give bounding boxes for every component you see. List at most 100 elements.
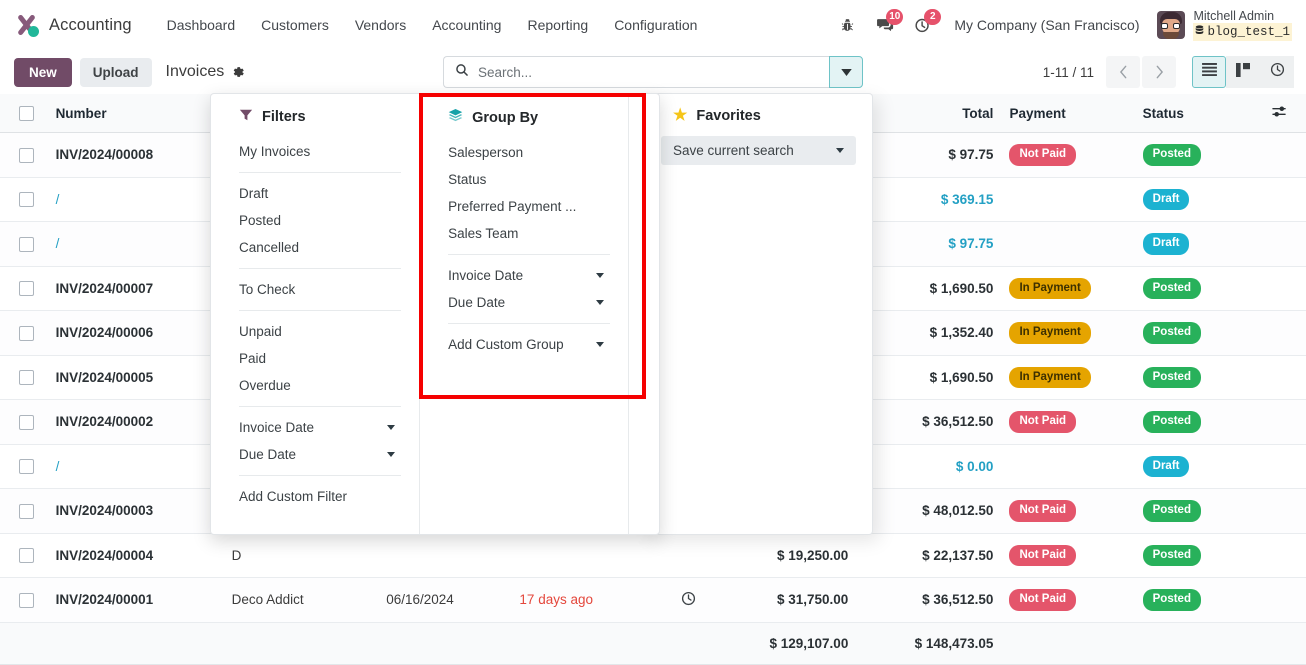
row-select-cell (0, 578, 48, 623)
row-checkbox[interactable] (19, 459, 34, 474)
row-checkbox[interactable] (19, 281, 34, 296)
menu-item-reporting[interactable]: Reporting (514, 11, 601, 39)
search-dropdown-toggle[interactable] (829, 56, 863, 88)
company-switcher[interactable]: My Company (San Francisco) (942, 17, 1151, 33)
row-checkbox[interactable] (19, 593, 34, 608)
cell-activity (664, 533, 714, 578)
groupby-salesperson[interactable]: Salesperson (420, 139, 628, 166)
cell-status: Posted (1135, 311, 1254, 356)
filter-due-date[interactable]: Due Date (211, 441, 419, 468)
row-checkbox[interactable] (19, 148, 34, 163)
user-name: Mitchell Admin (1193, 9, 1292, 23)
filter-my-invoices[interactable]: My Invoices (211, 138, 419, 165)
filter-overdue[interactable]: Overdue (211, 372, 419, 399)
messages-count-badge: 10 (886, 9, 903, 25)
status-badge: Draft (1143, 189, 1190, 211)
chevron-down-icon (596, 342, 604, 347)
upload-button[interactable]: Upload (80, 58, 152, 87)
filter-cancelled[interactable]: Cancelled (211, 234, 419, 261)
pager: 1-11 / 11 (1043, 56, 1294, 88)
favorites-panel: ★ Favorites Save current search (645, 93, 873, 535)
cell-activity[interactable] (664, 578, 714, 623)
bug-icon[interactable] (828, 6, 866, 44)
next-page-button[interactable] (1142, 56, 1176, 88)
payment-status-badge: Not Paid (1009, 500, 1076, 522)
activities-clock-icon[interactable]: 2 (904, 6, 942, 44)
cell-status: Posted (1135, 400, 1254, 445)
menu-item-vendors[interactable]: Vendors (342, 11, 419, 39)
cell-options (1254, 177, 1306, 222)
table-row[interactable]: INV/2024/00001Deco Addict06/16/202417 da… (0, 578, 1306, 623)
filter-paid[interactable]: Paid (211, 345, 419, 372)
menu-item-accounting[interactable]: Accounting (419, 11, 514, 39)
cell-total: $ 36,512.50 (856, 578, 1001, 623)
page-title: Invoices (166, 63, 225, 81)
filter-posted[interactable]: Posted (211, 207, 419, 234)
filter-unpaid[interactable]: Unpaid (211, 318, 419, 345)
gear-icon[interactable] (231, 65, 245, 79)
filters-panel: Filters My Invoices Draft Posted Cancell… (211, 94, 420, 534)
groupby-status[interactable]: Status (420, 166, 628, 193)
search-input[interactable] (478, 65, 818, 80)
kanban-view-button[interactable] (1226, 56, 1260, 88)
activities-count-badge: 2 (924, 9, 941, 25)
row-checkbox[interactable] (19, 192, 34, 207)
groupby-invoice-date[interactable]: Invoice Date (420, 262, 628, 289)
add-custom-group-button[interactable]: Add Custom Group (420, 331, 628, 358)
menu-item-customers[interactable]: Customers (248, 11, 342, 39)
search-input-wrapper[interactable] (443, 56, 829, 88)
column-header-payment[interactable]: Payment (1001, 94, 1134, 133)
new-button[interactable]: New (14, 58, 72, 87)
kanban-icon (1236, 63, 1250, 82)
status-badge: Posted (1143, 367, 1201, 389)
control-panel: New Upload Invoices 1-11 / 11 (0, 50, 1306, 94)
groupby-sales-team[interactable]: Sales Team (420, 220, 628, 247)
column-options-header[interactable] (1254, 94, 1306, 133)
column-header-total[interactable]: Total (856, 94, 1001, 133)
select-all-checkbox[interactable] (19, 106, 34, 121)
cell-due-date (511, 533, 663, 578)
filter-invoice-date[interactable]: Invoice Date (211, 414, 419, 441)
cell-total: $ 1,690.50 (856, 266, 1001, 311)
brand-home-link[interactable]: Accounting (14, 12, 132, 38)
status-badge: Posted (1143, 589, 1201, 611)
cell-number: INV/2024/00002 (48, 400, 224, 445)
cell-status: Posted (1135, 489, 1254, 534)
save-current-search-button[interactable]: Save current search (661, 136, 856, 165)
cell-total: $ 0.00 (856, 444, 1001, 489)
groupby-due-date[interactable]: Due Date (420, 289, 628, 316)
user-menu[interactable]: Mitchell Admin blog_test_1 (1151, 9, 1292, 42)
filter-to-check[interactable]: To Check (211, 276, 419, 303)
options-icon[interactable] (1272, 106, 1287, 121)
previous-page-button[interactable] (1106, 56, 1140, 88)
list-view-button[interactable] (1192, 56, 1226, 88)
cell-options (1254, 222, 1306, 267)
row-checkbox[interactable] (19, 415, 34, 430)
payment-status-badge: Not Paid (1009, 545, 1076, 567)
add-custom-filter-button[interactable]: Add Custom Filter (211, 483, 419, 510)
groupby-preferred-payment[interactable]: Preferred Payment ... (420, 193, 628, 220)
row-checkbox[interactable] (19, 548, 34, 563)
cell-options (1254, 355, 1306, 400)
menu-item-dashboard[interactable]: Dashboard (154, 11, 249, 39)
menu-item-configuration[interactable]: Configuration (601, 11, 710, 39)
cell-number: INV/2024/00001 (48, 578, 224, 623)
activity-view-button[interactable] (1260, 56, 1294, 88)
messages-icon[interactable]: 10 (866, 6, 904, 44)
column-header-status[interactable]: Status (1135, 94, 1254, 133)
row-checkbox[interactable] (19, 326, 34, 341)
row-checkbox[interactable] (19, 237, 34, 252)
filter-draft[interactable]: Draft (211, 180, 419, 207)
payment-status-badge: Not Paid (1009, 411, 1076, 433)
cell-number: INV/2024/00007 (48, 266, 224, 311)
clock-icon[interactable] (681, 594, 696, 609)
cell-total: $ 97.75 (856, 133, 1001, 178)
totals-row: $ 129,107.00 $ 148,473.05 (0, 622, 1306, 664)
search-options-dropdown: Filters My Invoices Draft Posted Cancell… (210, 93, 660, 535)
row-checkbox[interactable] (19, 504, 34, 519)
divider (239, 172, 401, 173)
total-tax-excluded: $ 129,107.00 (714, 622, 857, 664)
table-row[interactable]: INV/2024/00004D$ 19,250.00$ 22,137.50Not… (0, 533, 1306, 578)
row-checkbox[interactable] (19, 370, 34, 385)
column-header-number[interactable]: Number (48, 94, 224, 133)
